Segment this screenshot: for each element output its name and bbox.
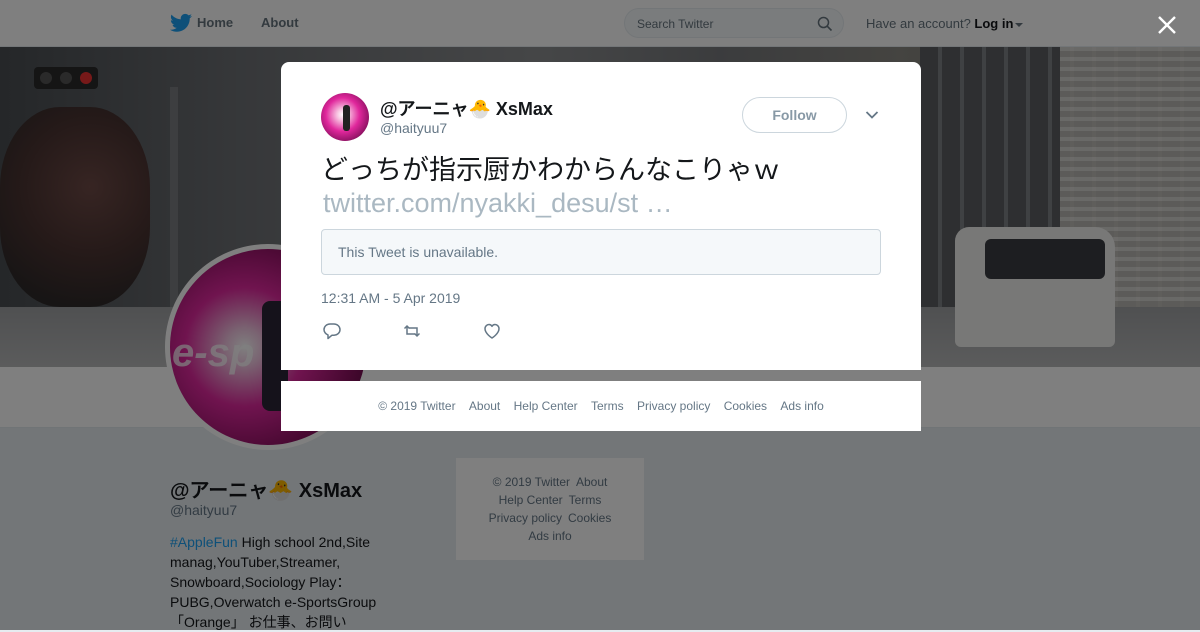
modal-footer-copyright: © 2019 Twitter [378,399,456,413]
modal-footer: © 2019 Twitter About Help Center Terms P… [281,381,921,431]
tweet-modal: @アーニャ🐣 XsMax @haityuu7 Follow どっちが指示厨かわか… [281,62,921,370]
tweet-author-avatar[interactable] [321,93,369,141]
tweet-timestamp[interactable]: 12:31 AM - 5 Apr 2019 [321,290,460,306]
modal-footer-ads-link[interactable]: Ads info [780,399,823,413]
chevron-down-icon[interactable] [865,110,879,120]
modal-footer-about-link[interactable]: About [469,399,500,413]
tweet-author-handle[interactable]: @haityuu7 [380,120,447,136]
close-icon[interactable] [1154,12,1180,38]
tweet-link[interactable]: twitter.com/nyakki_desu/st … [323,187,673,220]
quoted-tweet: This Tweet is unavailable. [321,229,881,275]
reply-icon[interactable] [322,321,342,341]
modal-footer-help-link[interactable]: Help Center [514,399,578,413]
modal-footer-cookies-link[interactable]: Cookies [724,399,767,413]
quoted-tweet-unavailable: This Tweet is unavailable. [338,244,499,260]
retweet-icon[interactable] [402,321,422,341]
modal-footer-terms-link[interactable]: Terms [591,399,624,413]
tweet-text: どっちが指示厨かわからんなこりゃｗ [321,155,780,185]
follow-button[interactable]: Follow [742,97,847,133]
heart-icon[interactable] [482,321,502,341]
modal-footer-privacy-link[interactable]: Privacy policy [637,399,710,413]
tweet-author-name[interactable]: @アーニャ🐣 XsMax [380,95,553,121]
